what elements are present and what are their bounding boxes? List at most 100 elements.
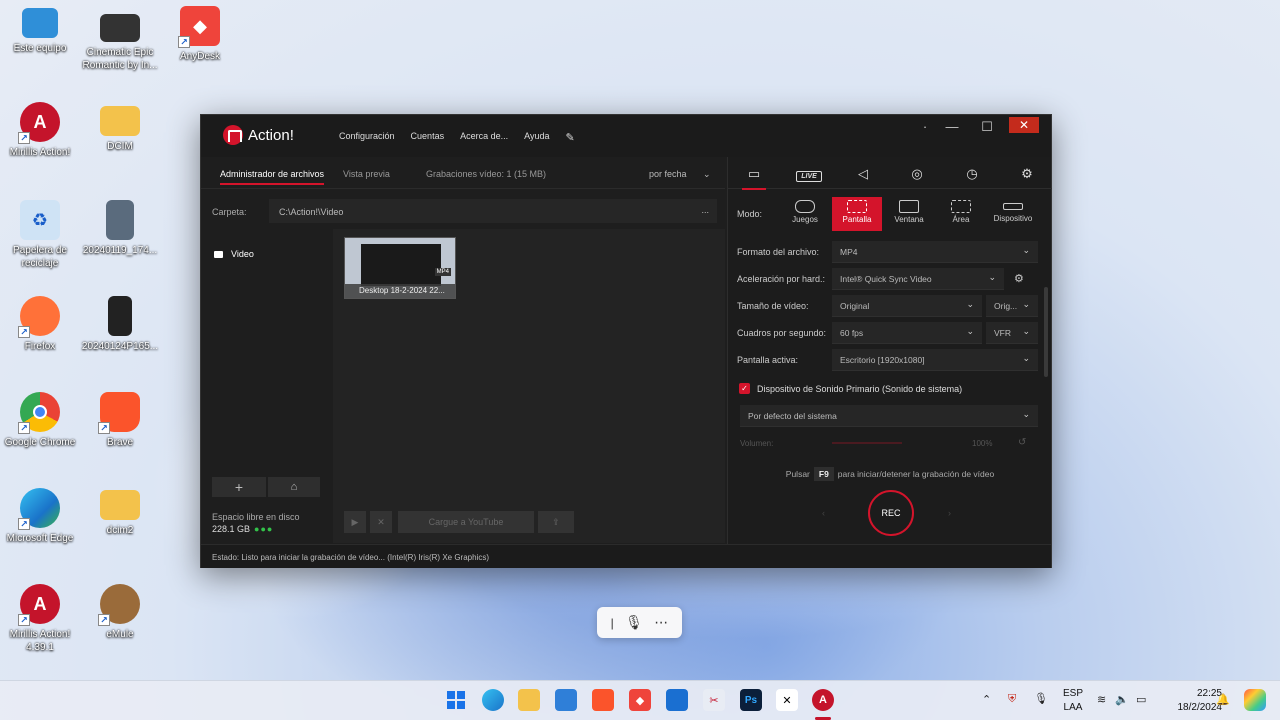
window-icon: [899, 200, 919, 213]
vfr-dropdown[interactable]: VFR ⌄: [986, 322, 1038, 344]
volume-slider[interactable]: [832, 442, 902, 444]
mode-screen[interactable]: Pantalla: [832, 197, 882, 231]
camera-tab[interactable]: ◎: [897, 165, 937, 183]
live-tab[interactable]: LIVE: [789, 165, 829, 183]
microphone-icon[interactable]: 🎙: [1034, 692, 1048, 705]
desktop-icon-brave[interactable]: ↗ Brave: [80, 392, 160, 449]
wifi-icon[interactable]: ≋: [1097, 693, 1106, 706]
more-icon[interactable]: ⋯: [654, 614, 668, 631]
drag-handle-icon[interactable]: |: [611, 616, 614, 630]
audio-device-dropdown[interactable]: Por defecto del sistema ⌄: [740, 405, 1038, 427]
gear-icon[interactable]: ⚙: [1014, 272, 1024, 285]
gamepad-icon: [795, 200, 815, 213]
desktop-icon-google-chrome[interactable]: ↗ Google Chrome: [0, 392, 80, 449]
desktop-icon-dcim[interactable]: DCIM: [80, 106, 160, 153]
sort-dropdown[interactable]: por fecha ⌄: [649, 169, 711, 180]
notification-bell-icon[interactable]: 🔔: [1216, 693, 1230, 706]
desktop-icon-microsoft-edge[interactable]: ↗ Microsoft Edge: [0, 488, 80, 545]
mode-window[interactable]: Ventana: [884, 197, 934, 231]
record-button[interactable]: REC: [868, 490, 914, 536]
desktop-icon-cinematic[interactable]: Cinematic Epic Romantic by In...: [80, 14, 160, 72]
edge-icon[interactable]: [482, 689, 504, 711]
maximize-button[interactable]: ☐: [977, 119, 997, 135]
copilot-icon[interactable]: [1244, 689, 1266, 711]
menu-acerca-de[interactable]: Acerca de...: [460, 131, 508, 144]
minimize-button[interactable]: —: [942, 119, 962, 134]
security-icon[interactable]: ⛨: [1008, 693, 1016, 706]
youtube-upload-button[interactable]: Cargue a YouTube: [398, 511, 534, 533]
desktop-icon-firefox[interactable]: ↗ Firefox: [0, 296, 80, 353]
desktop-icon-recycle-bin[interactable]: ♻ Papelera de reciclaje: [0, 200, 80, 270]
tab-file-manager[interactable]: Administrador de archivos: [220, 169, 325, 185]
setting-fps: Cuadros por segundo: 60 fps ⌄ VFR ⌄: [728, 322, 1044, 344]
photoshop-icon[interactable]: Ps: [740, 689, 762, 711]
add-folder-button[interactable]: +: [212, 477, 266, 497]
action-icon[interactable]: A: [812, 689, 834, 711]
menu-cuentas[interactable]: Cuentas: [411, 131, 445, 144]
next-arrow-icon[interactable]: ›: [948, 508, 951, 518]
desktop-icon-dcim2[interactable]: dcim2: [80, 490, 160, 537]
menu-ayuda[interactable]: Ayuda: [524, 131, 549, 144]
setting-acceleration: Aceleración por hard.: Intel® Quick Sync…: [728, 268, 1044, 290]
language-indicator[interactable]: ESP LAA: [1062, 687, 1084, 715]
mode-device[interactable]: Dispositivo: [988, 197, 1038, 231]
active-screen-dropdown[interactable]: Escritorio [1920x1080] ⌄: [832, 349, 1038, 371]
app-name: Action!: [248, 126, 294, 144]
settings-tab[interactable]: ⚙: [1007, 165, 1047, 183]
reset-icon[interactable]: ↺: [1018, 437, 1026, 448]
prev-arrow-icon[interactable]: ‹: [822, 508, 825, 518]
snipping-tool-icon[interactable]: ✂: [703, 689, 725, 711]
mode-area[interactable]: Área: [936, 197, 986, 231]
recording-thumbnail[interactable]: MP4 Desktop 18-2-2024 22...: [344, 237, 456, 299]
action-logo-icon: [223, 125, 243, 145]
video-size-dropdown[interactable]: Original ⌄: [832, 295, 982, 317]
desktop-icon-image-20240119[interactable]: 20240119_174...: [80, 200, 160, 257]
setting-active-screen: Pantalla activa: Escritorio [1920x1080] ⌄: [728, 349, 1044, 371]
desktop-icon-este-equipo[interactable]: Este equipo: [0, 8, 80, 55]
tree-item-video[interactable]: Video: [214, 249, 254, 259]
microphone-icon[interactable]: 🎙: [625, 614, 643, 631]
play-button[interactable]: ▶: [344, 511, 366, 533]
video-size-extra-dropdown[interactable]: Orig... ⌄: [986, 295, 1038, 317]
folder-icon: [100, 106, 140, 136]
chevron-down-icon: ⌄: [988, 272, 996, 282]
mode-games[interactable]: Juegos: [780, 197, 830, 231]
chevron-down-icon: ⌄: [966, 326, 974, 336]
chevron-down-icon: ⌄: [966, 299, 974, 309]
anydesk-icon[interactable]: ◆: [629, 689, 651, 711]
desktop-icon-mirillis-action-4391[interactable]: A ↗ Mirillis Action! 4.39.1: [0, 584, 80, 654]
scrollbar[interactable]: [1044, 287, 1048, 377]
upload-button[interactable]: ⇪: [538, 511, 574, 533]
folder-path-field[interactable]: C:\Action!\Video ...: [269, 199, 717, 223]
delete-button[interactable]: ✕: [370, 511, 392, 533]
start-icon[interactable]: [445, 689, 467, 711]
store-icon[interactable]: [555, 689, 577, 711]
thumbnail-screen: [361, 244, 441, 286]
desktop-icon-anydesk[interactable]: ◆ ↗ AnyDesk: [160, 6, 240, 63]
primary-audio-checkbox[interactable]: ✓: [739, 383, 750, 394]
close-button[interactable]: ✕: [1009, 117, 1039, 133]
menu-configuracion[interactable]: Configuración: [339, 131, 395, 144]
desktop-icon-video-20240124[interactable]: 20240124P165...: [80, 296, 160, 353]
file-explorer-icon[interactable]: [518, 689, 540, 711]
battery-icon[interactable]: ▭: [1136, 693, 1146, 706]
timer-tab[interactable]: ◷: [952, 165, 992, 183]
defender-icon[interactable]: [666, 689, 688, 711]
chevron-down-icon: ⌄: [1022, 245, 1030, 255]
acceleration-dropdown[interactable]: Intel® Quick Sync Video ⌄: [832, 268, 1004, 290]
brave-icon[interactable]: [592, 689, 614, 711]
browse-button[interactable]: ...: [701, 205, 709, 215]
desktop-icon-emule[interactable]: ↗ eMule: [80, 584, 160, 641]
tab-preview[interactable]: Vista previa: [343, 169, 390, 179]
capcut-icon[interactable]: ✕: [776, 689, 798, 711]
action-window: Action! Configuración Cuentas Acerca de.…: [200, 114, 1052, 568]
fps-dropdown[interactable]: 60 fps ⌄: [832, 322, 982, 344]
format-dropdown[interactable]: MP4 ⌄: [832, 241, 1038, 263]
video-tab[interactable]: ▭: [734, 165, 774, 190]
chevron-up-icon[interactable]: ⌃: [982, 693, 991, 706]
audio-tab[interactable]: ◁: [843, 165, 883, 183]
open-folder-button[interactable]: ⌂: [268, 477, 320, 497]
brush-icon[interactable]: ✎: [565, 131, 574, 144]
speaker-icon[interactable]: 🔈: [1115, 693, 1129, 706]
desktop-icon-mirillis-action[interactable]: A ↗ Mirillis Action!: [0, 102, 80, 159]
